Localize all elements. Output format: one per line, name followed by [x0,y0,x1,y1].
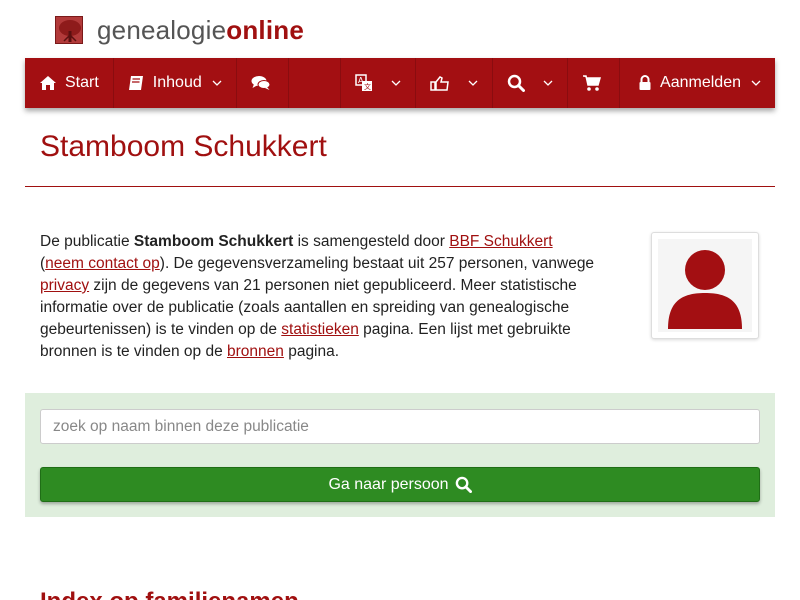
logo-text: genealogieonline [97,15,304,46]
nav-spacer [289,58,342,108]
search-panel: Ga naar persoon [25,393,775,517]
nav-start-label: Start [65,74,99,91]
nav-search[interactable] [493,58,569,108]
intro-text-2: is samengesteld door [293,233,450,250]
publication-name: Stamboom Schukkert [133,233,294,250]
chevron-down-icon [212,80,222,86]
chevron-down-icon [468,80,478,86]
tree-logo-icon [55,16,83,44]
publication-intro: De publicatie Stamboom Schukkert is same… [40,231,625,363]
page-title: Stamboom Schukkert [40,130,327,163]
author-link[interactable]: BBF Schukkert [449,233,552,250]
search-icon [507,74,526,92]
nav-share[interactable] [416,58,494,108]
chevron-down-icon [751,80,761,86]
nav-aanmelden[interactable]: Aanmelden [620,58,775,108]
title-divider [25,186,775,187]
go-to-person-label: Ga naar persoon [328,475,449,493]
nav-start[interactable]: Start [25,58,114,108]
privacy-link[interactable]: privacy [40,277,89,294]
chevron-down-icon [543,80,553,86]
home-icon [39,75,57,91]
avatar-frame [658,239,752,332]
author-avatar[interactable] [651,232,759,339]
comments-icon [251,75,271,91]
search-icon [455,476,472,493]
logo-text-part2: online [226,14,304,45]
thumbs-up-icon [430,75,450,91]
family-names-index-heading: Index op familienamen [40,588,299,600]
intro-text-1: De publicatie [40,233,134,250]
cart-icon [582,74,602,92]
intro-text-4: ). De gegevensverzameling bestaat uit 25… [159,255,595,272]
statistics-link[interactable]: statistieken [281,321,359,338]
go-to-person-button[interactable]: Ga naar persoon [40,467,760,502]
lock-icon [638,75,652,91]
sources-link[interactable]: bronnen [227,343,284,360]
chevron-down-icon [391,80,401,86]
nav-aanmelden-label: Aanmelden [660,74,741,91]
person-search-input[interactable] [40,409,760,444]
intro-text-7: pagina. [283,343,340,360]
site-logo[interactable]: genealogieonline [55,14,304,46]
nav-cart[interactable] [568,58,621,108]
logo-text-part1: genealogie [97,14,227,45]
svg-text:文: 文 [364,82,371,91]
contact-link[interactable]: neem contact op [45,255,160,272]
nav-language[interactable]: A文 [341,58,417,108]
user-silhouette-icon [668,250,742,329]
translate-icon: A文 [355,74,373,92]
main-navbar: Start Inhoud A文 Aanmelden [25,58,775,108]
nav-inhoud-label: Inhoud [152,74,202,91]
nav-inhoud[interactable]: Inhoud [114,58,237,108]
nav-forum[interactable] [237,58,289,108]
book-icon [128,75,145,91]
